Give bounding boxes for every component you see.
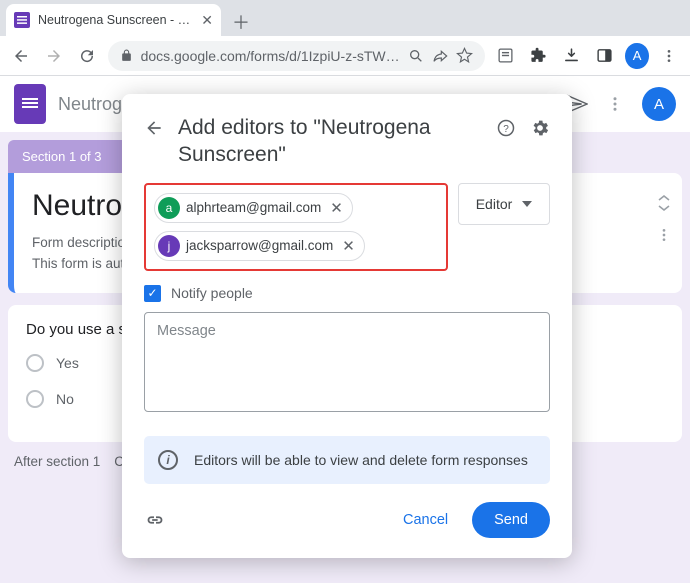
after-section-label: After section 1 <box>14 454 100 469</box>
chevron-down-icon <box>522 201 532 207</box>
address-bar[interactable]: docs.google.com/forms/d/1IzpiU-z-sTW… <box>108 41 485 71</box>
tab-close-icon[interactable]: ✕ <box>201 12 213 29</box>
browser-toolbar: docs.google.com/forms/d/1IzpiU-z-sTW… A <box>0 36 690 76</box>
message-textarea[interactable]: Message <box>144 312 550 412</box>
more-options-icon[interactable] <box>606 95 624 113</box>
copy-link-icon[interactable] <box>144 509 166 531</box>
bookmark-star-icon[interactable] <box>456 47 473 64</box>
person-chip[interactable]: j jacksparrow@gmail.com ✕ <box>154 231 365 261</box>
lock-icon <box>120 49 133 62</box>
downloads-icon[interactable] <box>559 42 584 70</box>
zoom-icon[interactable] <box>408 48 424 64</box>
dialog-title: Add editors to "Neutrogena Sunscreen" <box>178 114 482 169</box>
cancel-button[interactable]: Cancel <box>389 504 462 536</box>
info-banner: i Editors will be able to view and delet… <box>144 436 550 484</box>
sidepanel-icon[interactable] <box>592 42 617 70</box>
chip-avatar-icon: j <box>158 235 180 257</box>
share-dialog: Add editors to "Neutrogena Sunscreen" ? … <box>122 94 572 558</box>
chip-email: jacksparrow@gmail.com <box>186 238 333 253</box>
forms-favicon-icon <box>14 12 30 28</box>
extensions-icon[interactable] <box>526 42 551 70</box>
chip-email: alphrteam@gmail.com <box>186 200 321 215</box>
send-button[interactable]: Send <box>472 502 550 538</box>
browser-tab[interactable]: Neutrogena Sunscreen - Google ✕ <box>6 4 221 36</box>
chrome-menu-icon[interactable] <box>657 42 682 70</box>
share-icon[interactable] <box>432 48 448 64</box>
profile-avatar[interactable]: A <box>625 43 648 69</box>
info-icon: i <box>158 450 178 470</box>
radio-icon <box>26 390 44 408</box>
info-text: Editors will be able to view and delete … <box>194 452 528 468</box>
url-text: docs.google.com/forms/d/1IzpiU-z-sTW… <box>141 48 400 64</box>
forms-logo-icon[interactable] <box>14 84 46 124</box>
new-tab-button[interactable]: ＋ <box>227 8 255 36</box>
notify-label: Notify people <box>171 285 253 301</box>
svg-text:?: ? <box>503 124 509 135</box>
dialog-back-icon[interactable] <box>144 118 164 138</box>
reader-icon[interactable] <box>493 42 518 70</box>
help-icon[interactable]: ? <box>496 118 516 138</box>
browser-tabstrip: Neutrogena Sunscreen - Google ✕ ＋ <box>0 0 690 36</box>
role-dropdown[interactable]: Editor <box>458 183 550 225</box>
chip-remove-icon[interactable]: ✕ <box>327 199 346 217</box>
nav-reload-icon[interactable] <box>74 42 99 70</box>
settings-gear-icon[interactable] <box>530 118 550 138</box>
collapse-icon[interactable] <box>656 193 672 213</box>
nav-forward-icon[interactable] <box>41 42 66 70</box>
chip-remove-icon[interactable]: ✕ <box>339 237 358 255</box>
person-chip[interactable]: a alphrteam@gmail.com ✕ <box>154 193 353 223</box>
nav-back-icon[interactable] <box>8 42 33 70</box>
card-more-icon[interactable] <box>656 227 672 243</box>
section-indicator: Section 1 of 3 <box>8 140 128 173</box>
people-input[interactable]: a alphrteam@gmail.com ✕ j jacksparrow@gm… <box>144 183 448 271</box>
chip-avatar-icon: a <box>158 197 180 219</box>
account-avatar[interactable]: A <box>642 87 676 121</box>
tab-title: Neutrogena Sunscreen - Google <box>38 13 193 27</box>
notify-checkbox[interactable]: ✓ <box>144 285 161 302</box>
radio-icon <box>26 354 44 372</box>
